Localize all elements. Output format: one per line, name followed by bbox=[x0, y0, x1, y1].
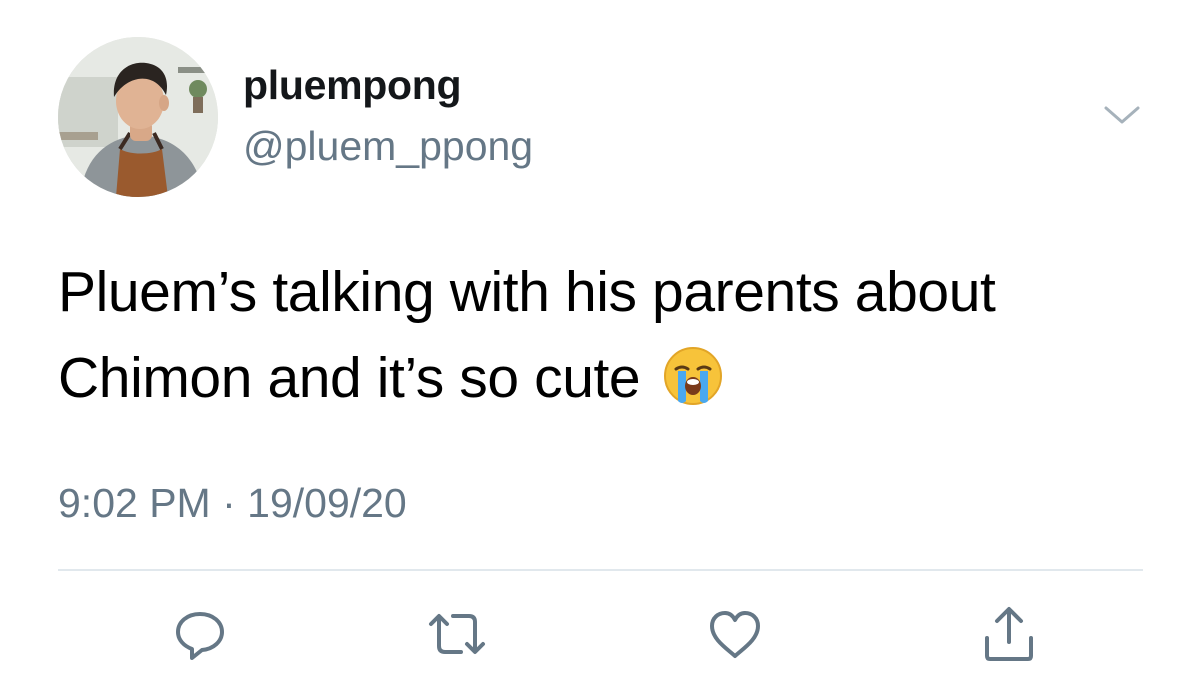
reply-icon bbox=[176, 612, 224, 660]
loudly-crying-face-icon bbox=[662, 345, 724, 407]
avatar[interactable] bbox=[58, 37, 218, 197]
tweet-card: pluempong @pluem_ppong Pluem’s talking w… bbox=[0, 0, 1200, 699]
avatar-image bbox=[58, 37, 218, 197]
retweet-icon bbox=[429, 614, 485, 654]
chevron-down-icon bbox=[1104, 106, 1140, 124]
share-icon bbox=[985, 607, 1033, 661]
tweet-text: Pluem’s talking with his parents about C… bbox=[58, 249, 1168, 421]
share-button[interactable] bbox=[977, 602, 1041, 666]
tweet-timestamp[interactable]: 9:02 PM · 19/09/20 bbox=[58, 480, 407, 527]
like-button[interactable] bbox=[703, 602, 767, 666]
tweet-date: 19/09/20 bbox=[247, 480, 407, 526]
heart-icon bbox=[710, 611, 760, 658]
retweet-button[interactable] bbox=[425, 602, 489, 666]
meta-separator: · bbox=[210, 480, 248, 526]
more-options-button[interactable] bbox=[1100, 98, 1144, 132]
divider bbox=[58, 569, 1143, 571]
display-name[interactable]: pluempong bbox=[243, 62, 462, 109]
reply-button[interactable] bbox=[168, 602, 232, 666]
tweet-time: 9:02 PM bbox=[58, 480, 211, 526]
tweet-text-body: Pluem’s talking with his parents about C… bbox=[58, 260, 996, 410]
user-handle[interactable]: @pluem_ppong bbox=[243, 123, 533, 170]
